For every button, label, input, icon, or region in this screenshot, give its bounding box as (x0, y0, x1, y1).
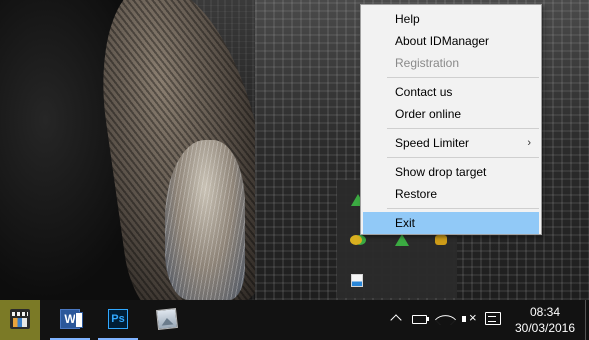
battery-icon[interactable] (411, 310, 429, 328)
photos-icon (156, 308, 178, 330)
chevron-up-icon[interactable] (387, 310, 405, 328)
menu-separator (387, 128, 539, 129)
chevron-right-icon: › (527, 137, 531, 149)
menu-item-order-online[interactable]: Order online (363, 103, 539, 125)
taskbar-clock[interactable]: 08:34 30/03/2016 (508, 302, 582, 338)
menu-item-show-drop-target[interactable]: Show drop target (363, 161, 539, 183)
clock-date: 30/03/2016 (514, 321, 576, 335)
menu-item-help[interactable]: Help (363, 8, 539, 30)
action-center-icon[interactable] (484, 310, 502, 328)
taskbar: W Ps 08:34 30/03/2016 (0, 300, 589, 340)
wallpaper-fur-trim (165, 140, 245, 300)
taskbar-app-photos[interactable] (147, 300, 187, 340)
idm-context-menu: Help About IDManager Registration Contac… (360, 4, 542, 235)
show-desktop-button[interactable] (585, 300, 586, 340)
speaker-muted-icon[interactable] (461, 309, 479, 328)
taskbar-app-word[interactable]: W (50, 300, 90, 340)
menu-separator (387, 77, 539, 78)
menu-item-speed-limiter[interactable]: Speed Limiter › (363, 132, 539, 154)
menu-separator (387, 157, 539, 158)
taskbar-app-film[interactable] (0, 300, 40, 340)
menu-item-contact-us[interactable]: Contact us (363, 81, 539, 103)
window-app-tray-icon[interactable] (349, 272, 365, 288)
menu-item-restore[interactable]: Restore (363, 183, 539, 205)
film-app-icon (10, 309, 30, 329)
wifi-icon[interactable] (437, 310, 455, 328)
menu-item-label: Speed Limiter (395, 136, 470, 150)
menu-item-registration: Registration (395, 56, 460, 70)
menu-item-about[interactable]: About IDManager (363, 30, 539, 52)
taskbar-app-photoshop[interactable]: Ps (98, 300, 138, 340)
word-icon: W (60, 309, 83, 329)
menu-separator (387, 208, 539, 209)
photoshop-icon: Ps (108, 309, 128, 329)
menu-item-exit[interactable]: Exit (363, 212, 539, 234)
clock-time: 08:34 (529, 305, 561, 319)
